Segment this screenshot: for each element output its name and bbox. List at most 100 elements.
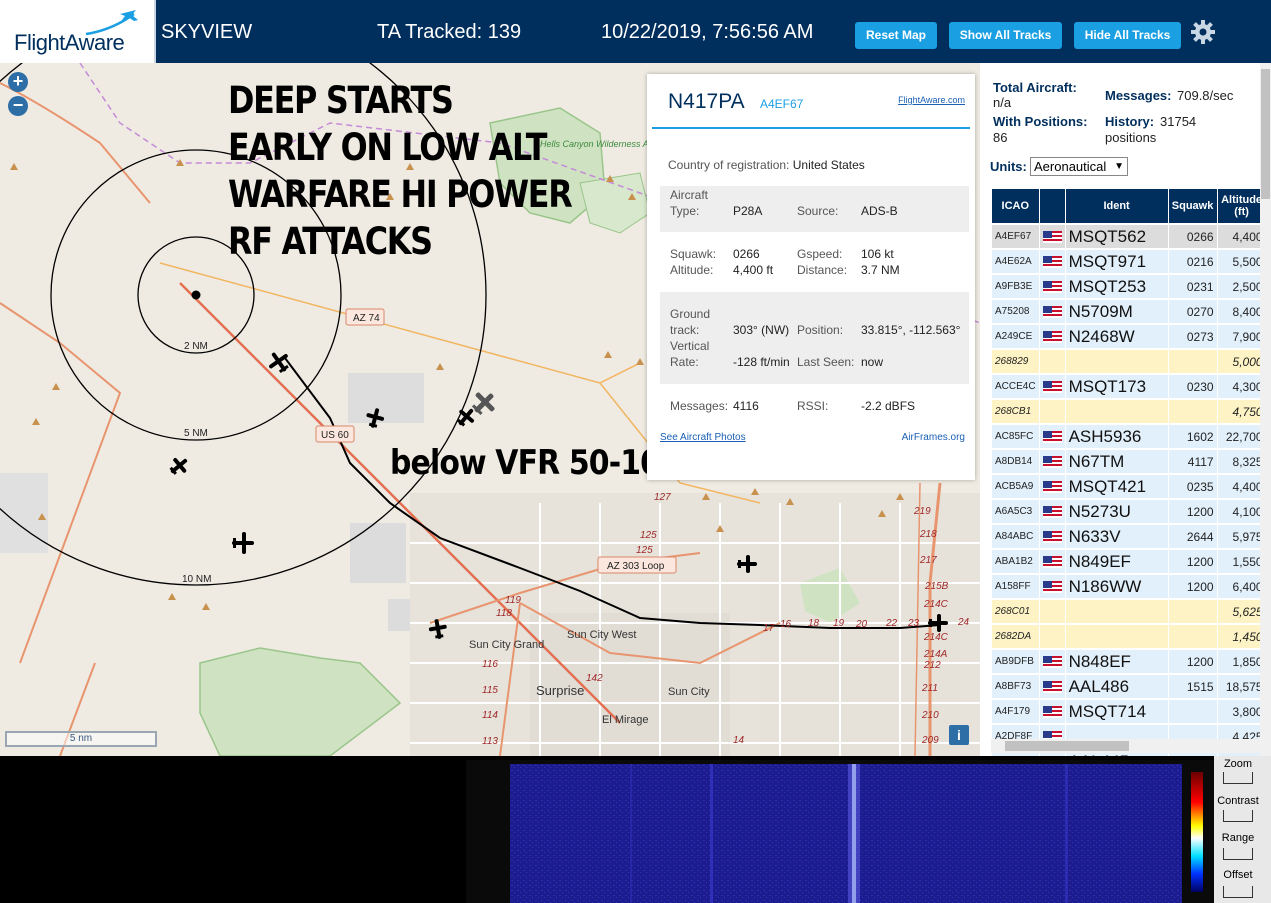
panel-vertical-scrollbar[interactable] <box>1260 63 1271 756</box>
cell-flag <box>1039 250 1065 273</box>
ring-label-2nm: 2 NM <box>184 341 208 352</box>
scrollbar-thumb[interactable] <box>1261 69 1270 199</box>
units-label: Units: <box>990 159 1027 174</box>
exit-label: 218 <box>919 529 937 540</box>
table-row[interactable]: A9FB3E MSQT253 0231 2,500 <box>992 275 1266 298</box>
cell-ident: MSQT173 <box>1065 375 1168 398</box>
table-row[interactable]: ACCE4C MSQT173 0230 4,300 <box>992 375 1266 398</box>
table-row[interactable]: 268C01 5,625 <box>992 600 1266 623</box>
ground-track-value: 303° (NW) <box>733 323 790 337</box>
ground-track-label: track: <box>670 323 700 337</box>
exit-label: 212 <box>923 660 941 671</box>
cell-icao: AB9DFB <box>992 650 1039 673</box>
scrollbar-thumb[interactable] <box>1005 741 1129 751</box>
table-row[interactable]: A8DB14 N67TM 4117 8,325 <box>992 450 1266 473</box>
table-row[interactable]: A158FF N186WW 1200 6,400 <box>992 575 1266 598</box>
table-row[interactable]: AB9DFB N848EF 1200 1,850 <box>992 650 1266 673</box>
cell-ident <box>1065 625 1168 648</box>
hide-all-tracks-button[interactable]: Hide All Tracks <box>1074 22 1181 49</box>
annotation-text: DEEP STARTS EARLY ON LOW ALT WARFARE HI … <box>228 77 573 265</box>
table-row[interactable]: 2682DA 1,450 <box>992 625 1266 648</box>
show-all-tracks-button[interactable]: Show All Tracks <box>949 22 1062 49</box>
cell-icao: ABA1B2 <box>992 550 1039 573</box>
airframes-link[interactable]: AirFrames.org <box>902 432 965 443</box>
exit-label: 214A <box>923 649 948 660</box>
messages-rate-label: Messages: <box>1105 88 1172 103</box>
exit-label: 118 <box>496 608 512 619</box>
cell-icao: ACCE4C <box>992 375 1039 398</box>
units-value: Aeronautical <box>1034 159 1107 174</box>
column-header-icao[interactable]: ICAO <box>992 189 1039 223</box>
table-row[interactable]: AC85FC ASH5936 1602 22,700 <box>992 425 1266 448</box>
zoom-slider[interactable] <box>1223 772 1253 784</box>
position-label: Position: <box>797 323 844 337</box>
cell-flag <box>1039 375 1065 398</box>
annotation-line: WARFARE HI POWER <box>228 173 573 216</box>
last-seen-label: Last Seen: <box>797 355 855 369</box>
aircraft-type-label: Type: <box>670 204 700 218</box>
column-header-squawk[interactable]: Squawk <box>1168 189 1217 223</box>
cell-altitude: 22,700 <box>1217 425 1266 448</box>
cell-icao: 268CB1 <box>992 400 1039 423</box>
chevron-down-icon: ▼ <box>1114 161 1124 172</box>
with-positions-label: With Positions: <box>993 114 1088 129</box>
reset-map-button[interactable]: Reset Map <box>855 22 937 49</box>
color-scale-bar <box>1191 772 1203 892</box>
contrast-slider[interactable] <box>1223 810 1253 822</box>
road-label-az303: AZ 303 Loop <box>607 561 665 572</box>
cell-altitude: 4,400 <box>1217 475 1266 498</box>
cell-altitude: 8,400 <box>1217 300 1266 323</box>
column-header-flag[interactable] <box>1039 189 1065 223</box>
rssi-value: -2.2 dBFS <box>861 399 916 413</box>
spectrum-waterfall[interactable] <box>510 764 1182 903</box>
table-row[interactable]: A6A5C3 N5273U 1200 4,100 <box>992 500 1266 523</box>
cell-icao: A9FB3E <box>992 275 1039 298</box>
table-row[interactable]: A249CE N2468W 0273 7,900 <box>992 325 1266 348</box>
messages-block: Messages: 4116 RSSI: -2.2 dBFS <box>670 399 970 415</box>
vertical-rate-value: -128 ft/min <box>733 355 790 369</box>
cell-flag <box>1039 675 1065 698</box>
aircraft-photos-link[interactable]: See Aircraft Photos <box>660 432 746 443</box>
zoom-in-button[interactable]: + <box>8 72 28 92</box>
exit-label: 215B <box>924 581 949 592</box>
table-row[interactable]: A4E62A MSQT971 0216 5,500 <box>992 250 1266 273</box>
table-row[interactable]: ACB5A9 MSQT421 0235 4,400 <box>992 475 1266 498</box>
cell-ident: AAL486 <box>1065 675 1168 698</box>
logo-text: FlightAware <box>14 30 125 55</box>
flightaware-logo[interactable]: FlightAware <box>0 0 156 63</box>
zoom-out-button[interactable]: − <box>8 96 28 116</box>
table-horizontal-scrollbar[interactable] <box>991 739 1260 753</box>
column-header-altitude[interactable]: Altitude (ft) <box>1217 189 1266 223</box>
us-flag-icon <box>1042 305 1062 318</box>
cell-ident: N186WW <box>1065 575 1168 598</box>
last-seen-value: now <box>861 355 884 369</box>
range-slider[interactable] <box>1223 848 1253 860</box>
table-row[interactable]: A4EF67 MSQT562 0266 4,400 <box>992 225 1266 248</box>
exit-label: 214C <box>923 599 949 610</box>
table-row[interactable]: 268829 5,000 <box>992 350 1266 373</box>
table-row[interactable]: ABA1B2 N849EF 1200 1,550 <box>992 550 1266 573</box>
cell-flag <box>1039 400 1065 423</box>
table-row[interactable]: A4F179 MSQT714 3,800 <box>992 700 1266 723</box>
cell-flag <box>1039 625 1065 648</box>
altitude-label: Altitude: <box>670 263 714 277</box>
flightaware-link[interactable]: FlightAware.com <box>898 95 965 105</box>
cell-ident: N67TM <box>1065 450 1168 473</box>
cell-squawk: 1602 <box>1168 425 1217 448</box>
units-select[interactable]: Aeronautical ▼ <box>1030 157 1128 176</box>
history-unit: positions <box>1105 130 1157 145</box>
cell-squawk: 0231 <box>1168 275 1217 298</box>
map-scale-bar: 5 nm <box>5 731 157 747</box>
cell-icao: A8BF73 <box>992 675 1039 698</box>
gear-icon[interactable] <box>1189 18 1217 46</box>
gspeed-label: Gspeed: <box>797 247 843 261</box>
table-row[interactable]: A75208 N5709M 0270 8,400 <box>992 300 1266 323</box>
exit-label: 20 <box>855 619 868 630</box>
offset-slider[interactable] <box>1223 886 1253 898</box>
table-row[interactable]: A8BF73 AAL486 1515 18,575 <box>992 675 1266 698</box>
table-row[interactable]: A84ABC N633V 2644 5,975 <box>992 525 1266 548</box>
cell-squawk <box>1168 400 1217 423</box>
column-header-ident[interactable]: Ident <box>1065 189 1168 223</box>
map-info-button[interactable]: i <box>949 725 969 745</box>
table-row[interactable]: 268CB1 4,750 <box>992 400 1266 423</box>
